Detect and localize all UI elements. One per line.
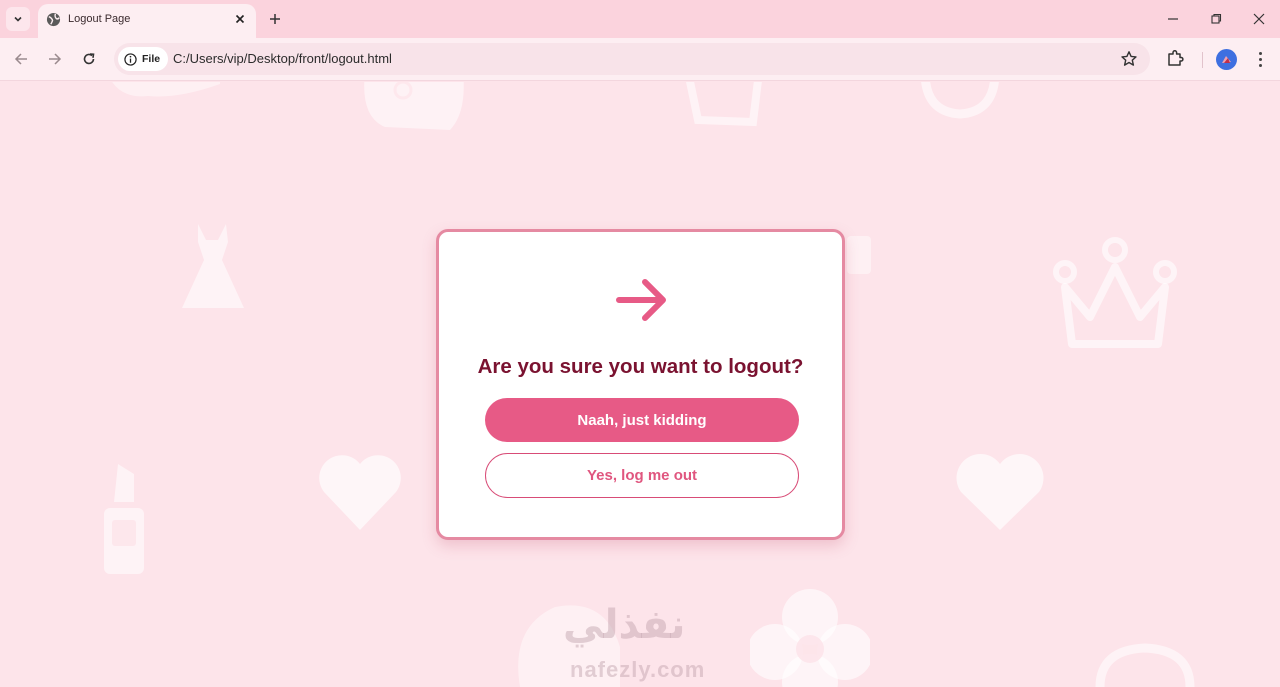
- minimize-icon: [1168, 18, 1178, 20]
- bottle-decoration: [847, 236, 871, 274]
- browser-toolbar: File C:/Users/vip/Desktop/front/logout.h…: [0, 38, 1280, 81]
- page-viewport: نفذلي nafezly.com Are you sure you want …: [0, 82, 1280, 687]
- close-window-button[interactable]: [1248, 8, 1270, 30]
- arrow-right-icon: [49, 53, 62, 65]
- restore-button[interactable]: [1205, 8, 1227, 30]
- reload-icon: [83, 53, 95, 65]
- cloud-decoration: [112, 82, 220, 97]
- browser-menu-button[interactable]: [1252, 48, 1268, 70]
- info-icon: [124, 52, 137, 66]
- more-vertical-icon: [1258, 51, 1262, 55]
- forward-button[interactable]: [44, 48, 66, 70]
- arrow-right-icon: [616, 279, 666, 321]
- back-button[interactable]: [10, 48, 32, 70]
- flower-icon: [750, 589, 870, 687]
- reload-button[interactable]: [78, 48, 100, 70]
- browser-tab-bar: Logout Page: [0, 0, 1280, 38]
- tab-list-button[interactable]: [6, 7, 30, 31]
- watermark-arabic: نفذلي: [563, 602, 686, 648]
- browser-tab[interactable]: Logout Page: [38, 4, 256, 38]
- dialog-title: Are you sure you want to logout?: [477, 355, 804, 378]
- chevron-down-icon: [14, 16, 22, 22]
- confirm-logout-button[interactable]: Yes, log me out: [485, 453, 799, 498]
- ring-decoration: [1095, 643, 1195, 687]
- ring-decoration: [921, 82, 999, 119]
- site-info-chip[interactable]: File: [118, 47, 169, 71]
- minimize-button[interactable]: [1162, 8, 1184, 30]
- menu-dot: [1258, 57, 1262, 61]
- avatar-icon: [1222, 56, 1231, 63]
- toolbar-divider: [1202, 52, 1203, 68]
- new-tab-button[interactable]: [264, 8, 286, 30]
- crown-icon: [1053, 237, 1177, 348]
- heart-icon: [319, 455, 401, 530]
- tab-title: Logout Page: [68, 13, 131, 25]
- profile-avatar[interactable]: [1216, 49, 1237, 70]
- arrow-left-icon: [14, 53, 27, 65]
- logout-dialog: Are you sure you want to logout? Naah, j…: [436, 229, 845, 540]
- heart-icon: [956, 453, 1044, 530]
- close-icon: [235, 14, 245, 24]
- restore-icon: [1211, 13, 1222, 24]
- url-text[interactable]: C:/Users/vip/Desktop/front/logout.html: [173, 51, 392, 66]
- watermark-latin: nafezly.com: [570, 657, 706, 682]
- menu-dot: [1258, 63, 1262, 67]
- dress-icon: [182, 224, 244, 308]
- star-icon[interactable]: [1120, 50, 1138, 68]
- puzzle-icon: [1168, 49, 1184, 66]
- lipstick-icon: [104, 464, 144, 574]
- cup-decoration: [685, 82, 762, 127]
- extensions-button[interactable]: [1166, 48, 1188, 70]
- close-icon: [1253, 13, 1265, 25]
- purse-decoration: [364, 82, 464, 130]
- file-chip-label: File: [142, 53, 161, 65]
- address-bar[interactable]: File C:/Users/vip/Desktop/front/logout.h…: [114, 43, 1150, 75]
- cancel-logout-button[interactable]: Naah, just kidding: [485, 398, 799, 442]
- plus-icon: [270, 14, 280, 24]
- globe-icon: [46, 12, 61, 27]
- close-tab-button[interactable]: [232, 11, 248, 27]
